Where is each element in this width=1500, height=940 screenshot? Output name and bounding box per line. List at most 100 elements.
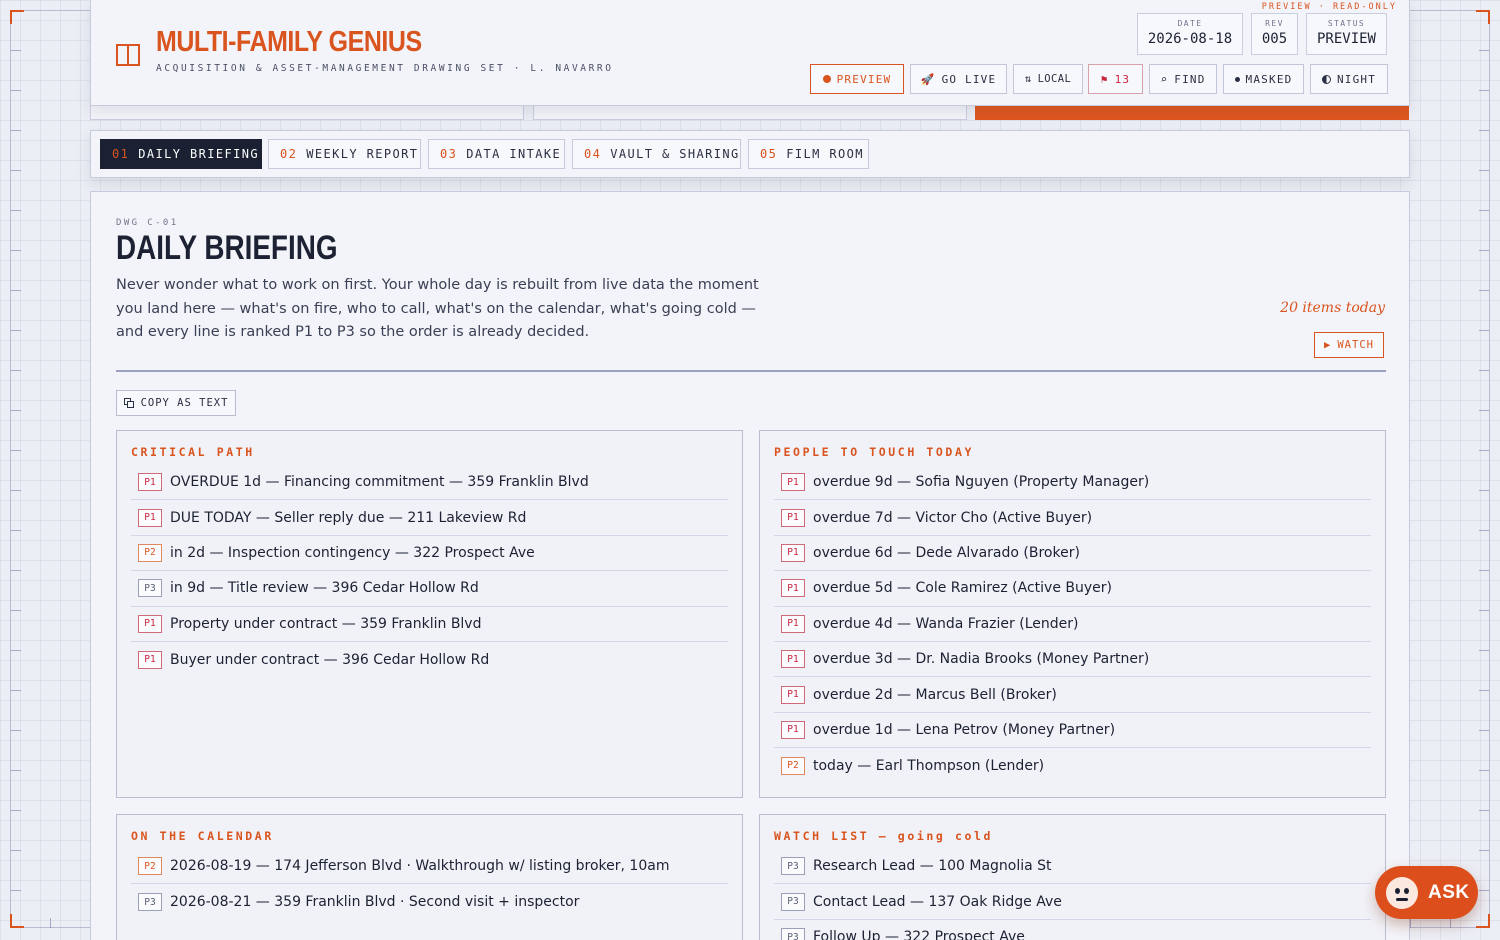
list-item[interactable]: P1 overdue 7d — Victor Cho (Active Buyer) [774, 500, 1371, 536]
go-live-button[interactable]: 🚀 GO LIVE [910, 64, 1007, 94]
list-item-text: overdue 4d — Wanda Frazier (Lender) [813, 615, 1079, 632]
flags-button[interactable]: ⚑ 13 [1088, 64, 1143, 94]
list-item[interactable]: P3 2026-08-21 — 359 Franklin Blvd · Secon… [131, 884, 728, 919]
ruler-right [1479, 10, 1489, 928]
copy-as-text-button[interactable]: COPY AS TEXT [116, 390, 236, 416]
list-item[interactable]: P1 overdue 9d — Sofia Nguyen (Property Ma… [774, 465, 1371, 501]
list-item-text: OVERDUE 1d — Financing commitment — 359 … [170, 474, 589, 491]
rocket-icon: 🚀 [920, 72, 936, 86]
list-item[interactable]: P3 Research Lead — 100 Magnolia St [774, 849, 1371, 885]
priority-badge: P2 [138, 543, 162, 562]
list-item[interactable]: P1 overdue 3d — Dr. Nadia Brooks (Money P… [774, 642, 1371, 678]
masked-button[interactable]: MASKED [1223, 64, 1304, 94]
tab-data-intake[interactable]: 03 DATA INTAKE [428, 139, 565, 169]
find-button[interactable]: ⌕ FIND [1149, 64, 1217, 94]
list-item[interactable]: P3 Contact Lead — 137 Oak Ridge Ave [774, 884, 1371, 920]
tab-vault-sharing[interactable]: 04 VAULT & SHARING [572, 139, 741, 169]
book-icon [116, 44, 140, 66]
list-item-text: overdue 3d — Dr. Nadia Brooks (Money Par… [813, 651, 1150, 668]
list-item[interactable]: P1 Buyer under contract — 396 Cedar Hollo… [131, 642, 728, 677]
people-list: P1 overdue 9d — Sofia Nguyen (Property Ma… [774, 465, 1371, 784]
corner-mark-bottom-left [10, 914, 24, 928]
flag-icon: ⚑ [1100, 72, 1109, 86]
watch-label: WATCH [1337, 339, 1374, 351]
mask-dot-icon [1234, 76, 1240, 82]
list-item[interactable]: P2 2026-08-19 — 174 Jefferson Blvd · Walk… [131, 849, 728, 885]
daily-briefing-sheet: DWG C-01 DAILY BRIEFING Never wonder wha… [90, 191, 1410, 940]
mode-tag: PREVIEW · READ-ONLY [1261, 2, 1397, 12]
tab-weekly-report[interactable]: 02 WEEKLY REPORT [268, 139, 421, 169]
local-button[interactable]: ⇅ LOCAL [1013, 64, 1083, 94]
page-title: DAILY BRIEFING [116, 229, 338, 267]
priority-badge: P3 [781, 857, 805, 876]
list-item[interactable]: P1 overdue 4d — Wanda Frazier (Lender) [774, 607, 1371, 642]
priority-badge: P3 [138, 579, 162, 598]
search-icon: ⌕ [1160, 72, 1169, 86]
list-item-text: overdue 7d — Victor Cho (Active Buyer) [813, 509, 1093, 526]
list-item[interactable]: P3 Follow Up — 322 Prospect Ave [774, 920, 1371, 940]
list-item[interactable]: P3 in 9d — Title review — 396 Cedar Hollo… [131, 571, 728, 607]
meta-rev: REV 005 [1251, 13, 1298, 55]
priority-badge: P1 [781, 650, 805, 669]
list-item[interactable]: P1 OVERDUE 1d — Financing commitment — 35… [131, 465, 728, 501]
list-item[interactable]: P1 overdue 1d — Lena Petrov (Money Partne… [774, 713, 1371, 749]
record-dot-icon [822, 75, 831, 83]
people-to-touch-panel: PEOPLE TO TOUCH TODAY P1 overdue 9d — Sof… [759, 430, 1386, 798]
priority-badge: P1 [138, 650, 162, 669]
find-label: FIND [1174, 72, 1206, 86]
panel-title: ON THE CALENDAR [131, 829, 274, 843]
meta-rev-value: 005 [1261, 31, 1288, 47]
priority-badge: P1 [781, 720, 805, 739]
night-label: NIGHT [1336, 72, 1377, 86]
tab-number: 03 [440, 147, 458, 161]
list-item-text: overdue 9d — Sofia Nguyen (Property Mana… [813, 474, 1150, 491]
app-title: MULTI-FAMILY GENIUS [156, 26, 422, 58]
list-item-text: Contact Lead — 137 Oak Ridge Ave [813, 893, 1062, 910]
list-item[interactable]: P1 overdue 2d — Marcus Bell (Broker) [774, 677, 1371, 713]
list-item-text: 2026-08-21 — 359 Franklin Blvd · Second … [170, 894, 580, 911]
list-item-text: overdue 5d — Cole Ramirez (Active Buyer) [813, 580, 1112, 597]
watch-button[interactable]: ▶ WATCH [1314, 332, 1384, 358]
list-item-text: today — Earl Thompson (Lender) [813, 757, 1045, 774]
tab-daily-briefing[interactable]: 01 DAILY BRIEFING [100, 139, 262, 169]
tab-label: VAULT & SHARING [610, 147, 740, 161]
ruler-left [11, 10, 21, 928]
preview-button[interactable]: PREVIEW [810, 64, 904, 94]
list-item-text: Follow Up — 322 Prospect Ave [813, 929, 1025, 940]
tab-number: 05 [760, 147, 778, 161]
priority-badge: P2 [781, 756, 805, 775]
local-label: LOCAL [1037, 73, 1072, 85]
list-item-text: Buyer under contract — 396 Cedar Hollow … [170, 651, 490, 668]
tab-label: FILM ROOM [786, 147, 864, 161]
priority-badge: P1 [781, 508, 805, 527]
priority-badge: P1 [781, 685, 805, 704]
list-item[interactable]: P1 overdue 5d — Cole Ramirez (Active Buye… [774, 571, 1371, 607]
priority-badge: P3 [781, 892, 805, 911]
tab-label: DAILY BRIEFING [138, 147, 259, 161]
app-header: MULTI-FAMILY GENIUS ACQUISITION & ASSET-… [90, 0, 1410, 106]
list-item[interactable]: P1 DUE TODAY — Seller reply due — 211 Lak… [131, 500, 728, 536]
list-item[interactable]: P2 in 2d — Inspection contingency — 322 P… [131, 536, 728, 572]
app-subtitle: ACQUISITION & ASSET-MANAGEMENT DRAWING S… [156, 63, 614, 74]
list-item-text: in 9d — Title review — 396 Cedar Hollow … [170, 580, 479, 597]
tab-film-room[interactable]: 05 FILM ROOM [748, 139, 869, 169]
list-item[interactable]: P1 Property under contract — 359 Franklin… [131, 607, 728, 642]
ask-assistant-button[interactable]: ASK [1375, 866, 1478, 919]
priority-badge: P1 [781, 473, 805, 492]
priority-badge: P1 [781, 614, 805, 633]
meta-date-label: DATE [1177, 19, 1203, 28]
meta-date: DATE 2026-08-18 [1137, 13, 1243, 55]
list-item[interactable]: P2 today — Earl Thompson (Lender) [774, 748, 1371, 783]
flags-count: 13 [1114, 72, 1131, 86]
panel-title: PEOPLE TO TOUCH TODAY [774, 445, 974, 459]
list-item[interactable]: P1 overdue 6d — Dede Alvarado (Broker) [774, 536, 1371, 572]
list-item-text: overdue 2d — Marcus Bell (Broker) [813, 686, 1057, 703]
meta-status-value: PREVIEW [1316, 31, 1376, 47]
list-item-text: in 2d — Inspection contingency — 322 Pro… [170, 544, 535, 561]
tab-number: 04 [584, 147, 602, 161]
corner-mark-bottom-right [1476, 914, 1490, 928]
list-item-text: Property under contract — 359 Franklin B… [170, 615, 482, 632]
night-button[interactable]: NIGHT [1310, 64, 1388, 94]
contrast-icon [1321, 74, 1331, 84]
tab-bar: 01 DAILY BRIEFING 02 WEEKLY REPORT 03 DA… [90, 130, 1410, 178]
